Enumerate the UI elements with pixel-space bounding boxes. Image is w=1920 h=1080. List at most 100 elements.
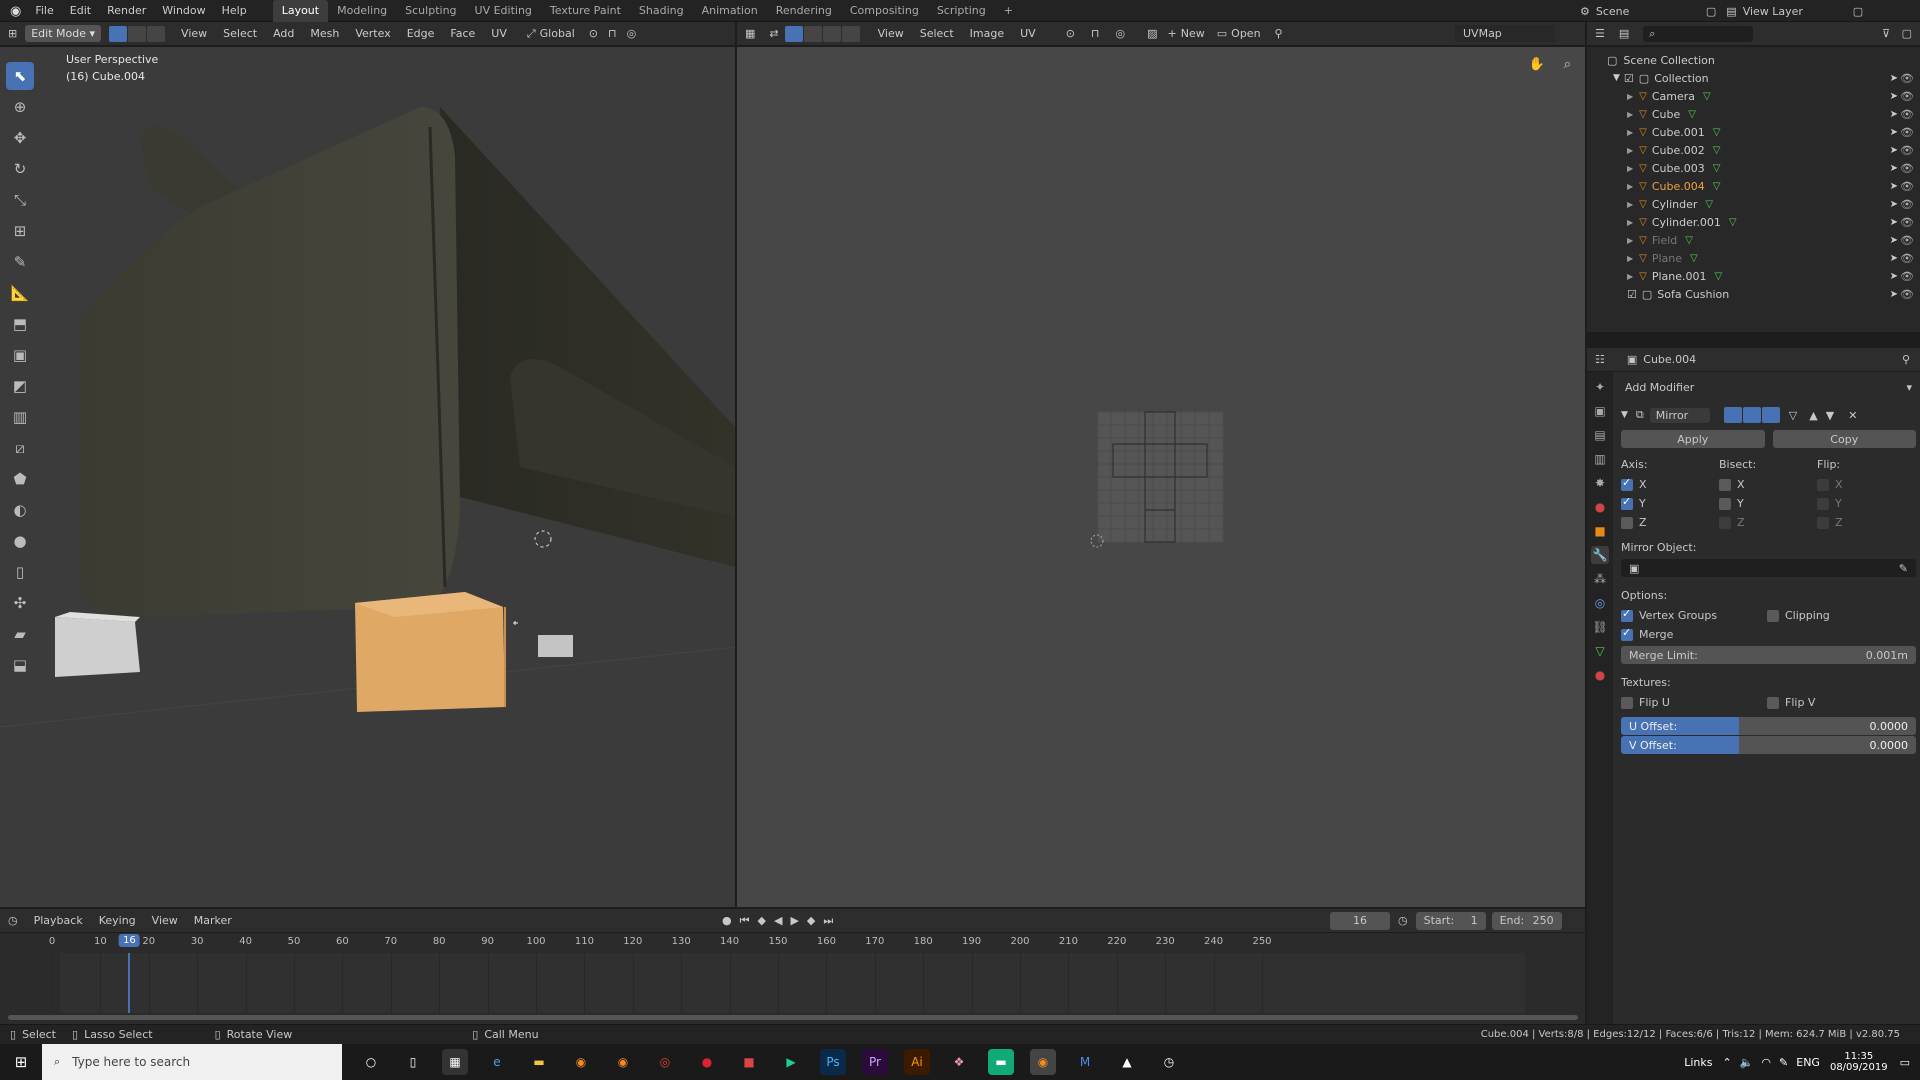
- select-arrow-icon[interactable]: ➤: [1890, 91, 1898, 102]
- zoom-icon[interactable]: ⌕: [1564, 57, 1571, 72]
- mesh-data-icon[interactable]: ▽: [1715, 271, 1723, 282]
- measure-tool-icon[interactable]: 📐: [6, 279, 34, 307]
- copy-button[interactable]: Copy: [1772, 430, 1916, 448]
- eye-icon[interactable]: 👁: [1900, 198, 1914, 211]
- premiere-icon[interactable]: Pr: [862, 1049, 888, 1075]
- expand-arrow-icon[interactable]: ▶: [1627, 146, 1633, 155]
- scene-tab-icon[interactable]: ✸: [1591, 474, 1609, 492]
- menu-add[interactable]: Add: [265, 22, 302, 46]
- eye-icon[interactable]: 👁: [1900, 90, 1914, 103]
- timeline-scrollbar[interactable]: [8, 1015, 1578, 1020]
- mesh-data-icon[interactable]: ▽: [1713, 181, 1721, 192]
- uv-vertex-select-icon[interactable]: [784, 25, 803, 42]
- eye-icon[interactable]: 👁: [1900, 108, 1914, 121]
- view-layer-tab-icon[interactable]: ▥: [1591, 450, 1609, 468]
- outliner-item[interactable]: ▶ ▽ Cube.004 ▽ ➤ 👁: [1587, 177, 1920, 195]
- flip-z-checkbox[interactable]: Z: [1817, 516, 1843, 529]
- editor-type-icon[interactable]: ⊞: [0, 27, 25, 40]
- network-icon[interactable]: ◠: [1761, 1056, 1771, 1069]
- mesh-data-icon[interactable]: ▽: [1685, 235, 1693, 246]
- eye-icon[interactable]: 👁: [1900, 144, 1914, 157]
- cortana-icon[interactable]: ○: [358, 1049, 384, 1075]
- bevel-tool-icon[interactable]: ◩: [6, 372, 34, 400]
- axis-x-checkbox[interactable]: X: [1621, 476, 1719, 491]
- particles-tab-icon[interactable]: ⁂: [1591, 570, 1609, 588]
- pin-icon[interactable]: ⚲: [1275, 27, 1283, 40]
- illustrator-icon[interactable]: Ai: [904, 1049, 930, 1075]
- inset-tool-icon[interactable]: ▣: [6, 341, 34, 369]
- links-toolbar[interactable]: Links: [1684, 1056, 1712, 1069]
- line-app-icon[interactable]: ▬: [988, 1049, 1014, 1075]
- eyedropper-icon[interactable]: ✎: [1899, 562, 1908, 575]
- photos-icon[interactable]: ▲: [1114, 1049, 1140, 1075]
- eye-icon[interactable]: 👁: [1900, 252, 1914, 265]
- data-tab-icon[interactable]: ▽: [1591, 642, 1609, 660]
- notifications-icon[interactable]: ▭: [1900, 1056, 1910, 1069]
- outliner-item[interactable]: ▶ ▽ Cylinder ▽ ➤ 👁: [1587, 195, 1920, 213]
- expand-arrow-icon[interactable]: ▶: [1627, 128, 1633, 137]
- select-arrow-icon[interactable]: ➤: [1890, 253, 1898, 264]
- expand-arrow-icon[interactable]: ▶: [1627, 110, 1633, 119]
- color-app-icon[interactable]: ❖: [946, 1049, 972, 1075]
- record-icon[interactable]: ●: [722, 914, 732, 927]
- rotate-tool-icon[interactable]: ↻: [6, 155, 34, 183]
- outliner-item[interactable]: ▶ ▽ Cube.003 ▽ ➤ 👁: [1587, 159, 1920, 177]
- select-arrow-icon[interactable]: ➤: [1890, 217, 1898, 228]
- flip-v-checkbox[interactable]: Flip V: [1767, 696, 1815, 709]
- eye-icon[interactable]: 👁: [1900, 162, 1914, 175]
- task-view-icon[interactable]: ▯: [400, 1049, 426, 1075]
- media-player-icon[interactable]: ▶: [778, 1049, 804, 1075]
- uv-sync-icon[interactable]: ⇄: [763, 27, 784, 40]
- select-arrow-icon[interactable]: ➤: [1890, 235, 1898, 246]
- face-select-icon[interactable]: [147, 25, 166, 42]
- tray-chevron-icon[interactable]: ⌃: [1723, 1056, 1732, 1069]
- menu-view-timeline[interactable]: View: [144, 909, 186, 933]
- blender-app-2-icon[interactable]: ◉: [610, 1049, 636, 1075]
- menu-edge[interactable]: Edge: [399, 22, 443, 46]
- select-arrow-icon[interactable]: ➤: [1890, 109, 1898, 120]
- mirror-object-field[interactable]: ▣ ✎: [1621, 559, 1916, 577]
- uv-proportional-icon[interactable]: ◎: [1116, 27, 1126, 40]
- expand-arrow-icon[interactable]: ▶: [1627, 182, 1633, 191]
- mesh-data-icon[interactable]: ▽: [1705, 199, 1713, 210]
- tab-uv-editing[interactable]: UV Editing: [466, 0, 541, 22]
- pivot-icon[interactable]: ⊙: [589, 27, 598, 40]
- jump-start-icon[interactable]: ⏮: [740, 914, 750, 928]
- outliner-item[interactable]: ▶ ▽ Cylinder.001 ▽ ➤ 👁: [1587, 213, 1920, 231]
- select-arrow-icon[interactable]: ➤: [1890, 181, 1898, 192]
- physics-tab-icon[interactable]: ◎: [1591, 594, 1609, 612]
- prev-keyframe-icon[interactable]: ◆: [758, 914, 766, 927]
- play-icon[interactable]: ▶: [790, 914, 798, 927]
- outliner-item[interactable]: ▶ ▽ Cube.002 ▽ ➤ 👁: [1587, 141, 1920, 159]
- uv-menu-view[interactable]: View: [870, 22, 912, 46]
- start-frame-field[interactable]: Start: 1: [1415, 911, 1486, 930]
- clipping-checkbox[interactable]: Clipping: [1767, 609, 1830, 622]
- menu-window[interactable]: Window: [154, 0, 213, 22]
- expand-arrow-icon[interactable]: ▶: [1627, 236, 1633, 245]
- merge-limit-field[interactable]: Merge Limit: 0.001m: [1621, 646, 1916, 664]
- scene-new-icon[interactable]: ▢: [1706, 5, 1716, 18]
- outliner-item[interactable]: ▶ ▽ Cube ▽ ➤ 👁: [1587, 105, 1920, 123]
- new-image-button[interactable]: + New: [1168, 27, 1205, 40]
- mesh-data-icon[interactable]: ▽: [1688, 109, 1696, 120]
- add-workspace-button[interactable]: +: [995, 0, 1022, 22]
- annotate-tool-icon[interactable]: ✎: [6, 248, 34, 276]
- menu-view-3d[interactable]: View: [173, 22, 215, 46]
- eye-icon[interactable]: 👁: [1900, 216, 1914, 229]
- outliner-item[interactable]: ▶ ▽ Cube.001 ▽ ➤ 👁: [1587, 123, 1920, 141]
- view-layer-new-icon[interactable]: ▢: [1853, 5, 1863, 18]
- transform-tool-icon[interactable]: ⊞: [6, 217, 34, 245]
- m-app-icon[interactable]: M: [1072, 1049, 1098, 1075]
- tab-modeling[interactable]: Modeling: [328, 0, 396, 22]
- calculator-icon[interactable]: ▦: [442, 1049, 468, 1075]
- merge-checkbox[interactable]: Merge: [1621, 626, 1673, 641]
- uv-edge-select-icon[interactable]: [803, 25, 822, 42]
- on-cage-icon[interactable]: ▽: [1789, 409, 1797, 422]
- tab-shading[interactable]: Shading: [630, 0, 693, 22]
- render-tab-icon[interactable]: ▣: [1591, 402, 1609, 420]
- filter-icon[interactable]: ⊽: [1882, 27, 1890, 40]
- mode-selector[interactable]: Edit Mode ▾: [25, 25, 102, 42]
- volume-icon[interactable]: 🔈: [1740, 1056, 1754, 1069]
- cursor-tool-icon[interactable]: ⊕: [6, 93, 34, 121]
- outliner-item[interactable]: ▶ ▽ Camera ▽ ➤ 👁: [1587, 87, 1920, 105]
